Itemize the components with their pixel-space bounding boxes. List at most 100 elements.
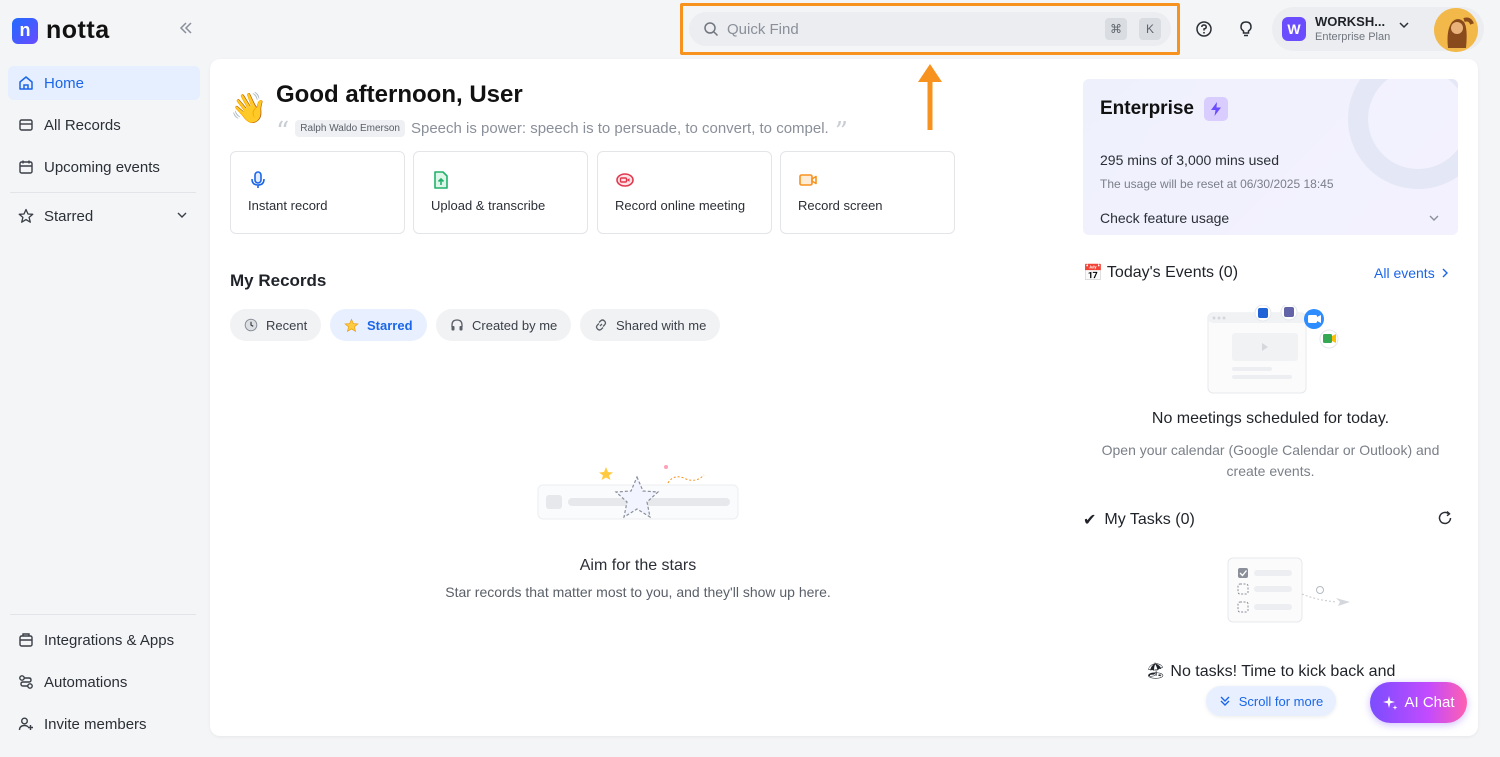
shortcut-key-k: K <box>1139 18 1161 40</box>
my-tasks-title: My Tasks (0) <box>1104 511 1195 528</box>
quote-close-icon: ” <box>834 117 849 147</box>
sidebar: n notta Home All Records Upcoming events… <box>0 0 210 757</box>
invite-icon <box>18 716 34 732</box>
search-highlight-box: ⌘ K <box>680 3 1180 55</box>
sidebar-item-label: Home <box>44 74 85 92</box>
lightbulb-icon[interactable] <box>1237 20 1255 38</box>
meeting-icon <box>615 170 635 190</box>
quote-text: Speech is power: speech is to persuade, … <box>410 119 829 137</box>
sidebar-item-label: Automations <box>44 673 128 691</box>
checkmark-icon: ✔ <box>1083 512 1097 529</box>
events-empty-subtitle: Open your calendar (Google Calendar or O… <box>1101 442 1440 479</box>
workspace-badge: W <box>1282 17 1306 41</box>
usage-summary: 295 mins of 3,000 mins used <box>1100 152 1279 168</box>
ai-chat-label: AI Chat <box>1404 694 1455 711</box>
all-events-link[interactable]: All events <box>1374 265 1449 281</box>
scroll-for-more-label: Scroll for more <box>1238 693 1324 709</box>
upload-icon <box>431 170 451 190</box>
sidebar-item-label: All Records <box>44 116 121 134</box>
quote-open-icon: “ <box>276 117 290 147</box>
usage-reset-note: The usage will be reset at 06/30/2025 18… <box>1100 177 1334 191</box>
tasks-empty-title: No tasks! Time to kick back and <box>1170 663 1396 680</box>
calendar-icon <box>18 159 34 175</box>
chevron-down-icon[interactable] <box>1428 212 1440 224</box>
logo-mark: n <box>12 17 38 44</box>
sidebar-divider <box>10 614 196 615</box>
screen-record-icon <box>798 170 818 190</box>
sidebar-item-label: Integrations & Apps <box>44 631 175 649</box>
action-label: Record online meeting <box>615 198 746 213</box>
upload-transcribe-button[interactable]: Upload & transcribe <box>413 151 588 234</box>
filter-label: Starred <box>367 317 413 333</box>
instant-record-button[interactable]: Instant record <box>230 151 405 234</box>
sidebar-item-invite-members[interactable]: Invite members <box>8 707 200 741</box>
daily-quote: “ Ralph Waldo Emerson Speech is power: s… <box>276 117 849 147</box>
chevron-down-icon <box>1398 19 1410 31</box>
search-icon <box>703 21 719 37</box>
app-logo[interactable]: n notta <box>12 16 110 45</box>
integrations-icon <box>18 632 34 648</box>
sidebar-item-integrations[interactable]: Integrations & Apps <box>8 623 200 657</box>
sidebar-divider <box>10 192 196 193</box>
empty-state-title: Aim for the stars <box>579 557 697 574</box>
enterprise-title: Enterprise <box>1100 98 1194 119</box>
chevron-down-icon[interactable] <box>176 209 188 221</box>
all-events-label: All events <box>1374 265 1435 281</box>
headphones-icon <box>450 318 464 332</box>
tasks-illustration <box>1226 556 1356 626</box>
quick-find-bar[interactable]: ⌘ K <box>689 12 1171 46</box>
sidebar-item-upcoming-events[interactable]: Upcoming events <box>8 150 200 184</box>
workspace-plan: Enterprise Plan <box>1315 31 1391 44</box>
action-label: Upload & transcribe <box>431 198 546 213</box>
home-icon <box>18 75 34 91</box>
scroll-for-more-button[interactable]: Scroll for more <box>1206 686 1336 716</box>
refresh-icon[interactable] <box>1437 510 1453 526</box>
calendar-apps-illustration <box>1206 305 1342 397</box>
folder-icon <box>18 117 34 133</box>
my-records-title: My Records <box>230 271 327 290</box>
microphone-icon <box>248 170 268 190</box>
clock-icon <box>244 318 258 332</box>
empty-state-subtitle: Star records that matter most to you, an… <box>445 584 831 600</box>
action-label: Record screen <box>798 198 883 213</box>
action-label: Instant record <box>248 198 328 213</box>
sidebar-item-starred[interactable]: Starred <box>8 199 200 233</box>
annotation-arrow-icon <box>915 62 945 132</box>
filter-label: Shared with me <box>616 317 707 333</box>
avatar[interactable] <box>1434 8 1478 52</box>
shortcut-key-cmd: ⌘ <box>1105 18 1127 40</box>
collapse-sidebar-icon[interactable] <box>178 20 194 36</box>
greeting-title: Good afternoon, User <box>276 81 523 108</box>
double-chevron-down-icon <box>1220 696 1230 706</box>
enterprise-plan-card: Enterprise 295 mins of 3,000 mins used T… <box>1083 79 1458 235</box>
filter-shared-with-me[interactable]: Shared with me <box>580 309 721 341</box>
star-icon <box>18 208 34 224</box>
chevron-right-icon <box>1442 268 1448 278</box>
logo-text: notta <box>46 16 110 44</box>
ai-chat-button[interactable]: AI Chat <box>1370 682 1467 723</box>
sidebar-item-label: Invite members <box>44 715 147 733</box>
automation-icon <box>18 674 34 690</box>
filter-starred[interactable]: Starred <box>330 309 427 341</box>
search-input[interactable] <box>727 20 1097 38</box>
workspace-name: WORKSH... <box>1315 13 1386 29</box>
sparkle-icon <box>1383 695 1398 710</box>
filter-created-by-me[interactable]: Created by me <box>436 309 572 341</box>
record-meeting-button[interactable]: Record online meeting <box>597 151 772 234</box>
record-screen-button[interactable]: Record screen <box>780 151 955 234</box>
quote-author: Ralph Waldo Emerson <box>295 119 405 137</box>
sidebar-item-automations[interactable]: Automations <box>8 665 200 699</box>
help-icon[interactable] <box>1195 20 1213 38</box>
filter-recent[interactable]: Recent <box>230 309 322 341</box>
link-icon <box>594 318 608 332</box>
sidebar-item-home[interactable]: Home <box>8 66 200 100</box>
check-feature-usage[interactable]: Check feature usage <box>1100 210 1229 226</box>
sidebar-item-label: Upcoming events <box>44 158 160 176</box>
filter-label: Recent <box>266 317 308 333</box>
star-icon <box>344 317 359 333</box>
beach-icon: 🏖 <box>1145 663 1166 680</box>
sidebar-item-all-records[interactable]: All Records <box>8 108 200 142</box>
main-content: 👋 Good afternoon, User “ Ralph Waldo Eme… <box>210 59 1478 736</box>
calendar-emoji-icon: 📅 <box>1083 265 1103 282</box>
lightning-icon <box>1203 97 1228 121</box>
